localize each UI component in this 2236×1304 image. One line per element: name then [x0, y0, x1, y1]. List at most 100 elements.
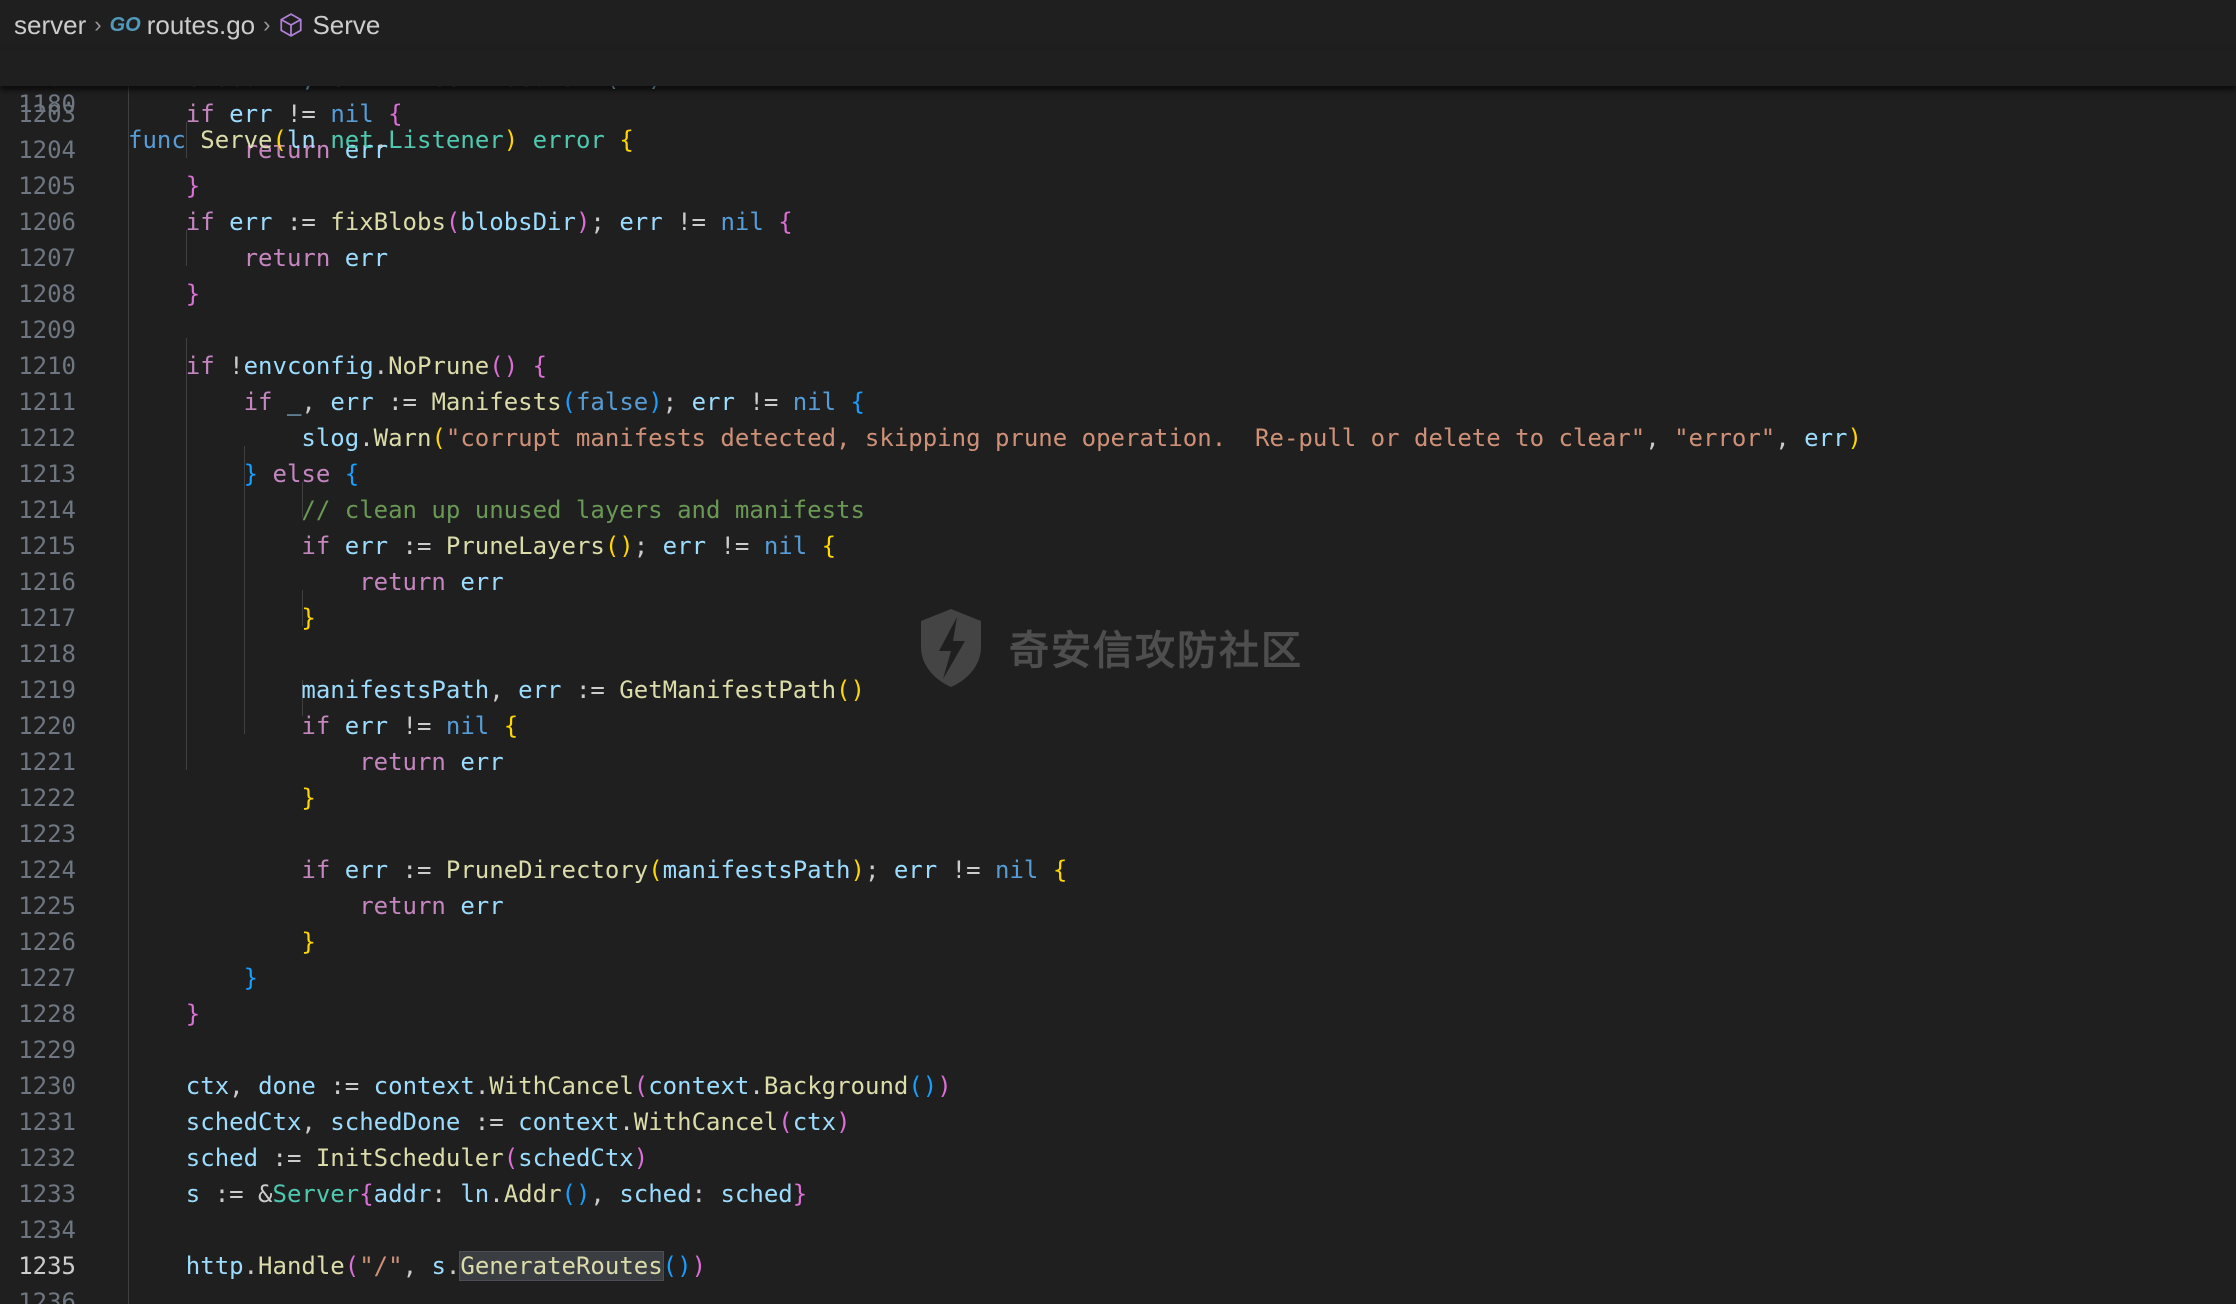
- code-token[interactable]: err: [894, 856, 952, 884]
- code-token[interactable]: fixBlobs: [330, 208, 446, 236]
- code-text[interactable]: // clean up unused layers and manifests: [128, 492, 865, 528]
- code-token[interactable]: (: [562, 388, 576, 416]
- code-token[interactable]: GenerateRoutes: [459, 1251, 664, 1281]
- line-number[interactable]: 1223: [0, 816, 76, 852]
- line-number[interactable]: 1231: [0, 1104, 76, 1140]
- code-token[interactable]: Serve: [200, 126, 272, 154]
- code-token[interactable]: {: [533, 352, 547, 380]
- code-token[interactable]: false: [576, 388, 648, 416]
- code-token[interactable]: !=: [952, 856, 995, 884]
- code-line[interactable]: 1228 }: [0, 996, 2236, 1032]
- code-line[interactable]: 1202 blobsDir, err := GetBlobsPath(""): [0, 86, 2236, 96]
- code-token[interactable]: :: [431, 1180, 460, 1208]
- code-text[interactable]: s := &Server{addr: ln.Addr(), sched: sch…: [128, 1176, 807, 1212]
- code-token[interactable]: {: [778, 208, 792, 236]
- code-token[interactable]: if: [301, 712, 344, 740]
- code-token[interactable]: .: [489, 1180, 503, 1208]
- code-token[interactable]: done: [258, 1072, 330, 1100]
- code-line[interactable]: 1229: [0, 1032, 2236, 1068]
- code-text[interactable]: if err != nil {: [128, 708, 518, 744]
- code-token[interactable]: if: [186, 352, 229, 380]
- code-token[interactable]: Warn: [374, 424, 432, 452]
- line-number[interactable]: 1215: [0, 528, 76, 564]
- breadcrumb-file[interactable]: routes.go: [147, 10, 255, 41]
- code-token[interactable]: [128, 784, 301, 812]
- line-number[interactable]: 1228: [0, 996, 76, 1032]
- code-token[interactable]: [128, 352, 186, 380]
- code-line[interactable]: 1220 if err != nil {: [0, 708, 2236, 744]
- code-line[interactable]: 1225 return err: [0, 888, 2236, 924]
- code-token[interactable]: err: [692, 388, 750, 416]
- code-token[interactable]: (: [504, 1144, 518, 1172]
- code-token[interactable]: nil: [793, 388, 851, 416]
- code-token[interactable]: ): [692, 1252, 706, 1280]
- code-token[interactable]: "corrupt manifests detected, skipping pr…: [446, 424, 1645, 452]
- code-token[interactable]: return: [359, 748, 460, 776]
- code-token[interactable]: {: [1053, 856, 1067, 884]
- code-token[interactable]: .: [359, 424, 373, 452]
- code-token[interactable]: :=: [576, 676, 619, 704]
- code-token[interactable]: [128, 1072, 186, 1100]
- code-token[interactable]: ,: [301, 388, 330, 416]
- code-token[interactable]: err: [460, 568, 503, 596]
- code-token[interactable]: .: [244, 1252, 258, 1280]
- code-token[interactable]: Handle: [258, 1252, 345, 1280]
- code-text[interactable]: }: [128, 924, 315, 960]
- code-token[interactable]: :=: [403, 856, 446, 884]
- code-token[interactable]: err: [460, 748, 503, 776]
- code-token[interactable]: [128, 1252, 186, 1280]
- code-token[interactable]: if: [244, 388, 287, 416]
- line-number[interactable]: 1227: [0, 960, 76, 996]
- code-token[interactable]: .: [374, 352, 388, 380]
- code-token[interactable]: ,: [301, 1108, 330, 1136]
- code-token[interactable]: [128, 172, 186, 200]
- code-text[interactable]: return err: [128, 240, 389, 276]
- sticky-code[interactable]: func Serve(ln net.Listener) error {: [128, 122, 634, 158]
- code-line[interactable]: 1212 slog.Warn("corrupt manifests detect…: [0, 420, 2236, 456]
- code-token[interactable]: "error": [1674, 424, 1775, 452]
- line-number[interactable]: 1214: [0, 492, 76, 528]
- code-token[interactable]: err: [229, 208, 287, 236]
- code-token[interactable]: [128, 892, 359, 920]
- code-token[interactable]: [128, 604, 301, 632]
- code-token[interactable]: }: [186, 1000, 200, 1028]
- code-line[interactable]: 1213 } else {: [0, 456, 2236, 492]
- code-token[interactable]: schedCtx: [518, 1144, 634, 1172]
- line-number[interactable]: 1220: [0, 708, 76, 744]
- code-line[interactable]: 1207 return err: [0, 240, 2236, 276]
- code-token[interactable]: blobsDir, err := GetBlobsPath(""): [128, 86, 663, 92]
- code-token[interactable]: [128, 532, 301, 560]
- code-token[interactable]: {: [619, 126, 633, 154]
- code-token[interactable]: NoPrune: [388, 352, 489, 380]
- code-line[interactable]: 1215 if err := PruneLayers(); err != nil…: [0, 528, 2236, 564]
- code-token[interactable]: :: [692, 1180, 721, 1208]
- code-token[interactable]: .: [374, 126, 388, 154]
- code-token[interactable]: [128, 676, 301, 704]
- code-line[interactable]: 1236: [0, 1284, 2236, 1304]
- code-token[interactable]: if: [301, 856, 344, 884]
- code-token[interactable]: ctx: [793, 1108, 836, 1136]
- code-line[interactable]: 1234: [0, 1212, 2236, 1248]
- code-token[interactable]: [128, 928, 301, 956]
- code-token[interactable]: err: [663, 532, 721, 560]
- code-text[interactable]: schedCtx, schedDone := context.WithCance…: [128, 1104, 851, 1140]
- code-token[interactable]: .: [475, 1072, 489, 1100]
- code-token[interactable]: :=: [388, 388, 431, 416]
- line-number[interactable]: 1217: [0, 600, 76, 636]
- code-token[interactable]: [128, 244, 244, 272]
- code-token[interactable]: [128, 568, 359, 596]
- code-token[interactable]: ;: [865, 856, 894, 884]
- code-text[interactable]: return err: [128, 744, 504, 780]
- code-token[interactable]: sched: [186, 1144, 273, 1172]
- code-text[interactable]: sched := InitScheduler(schedCtx): [128, 1140, 648, 1176]
- code-token[interactable]: :=: [403, 532, 446, 560]
- code-token[interactable]: [128, 208, 186, 236]
- code-token[interactable]: Server: [273, 1180, 360, 1208]
- code-token[interactable]: [128, 460, 244, 488]
- code-token[interactable]: :=: [330, 1072, 373, 1100]
- code-token[interactable]: (): [836, 676, 865, 704]
- code-token[interactable]: // clean up unused layers and manifests: [301, 496, 865, 524]
- code-token[interactable]: err: [460, 892, 503, 920]
- code-token[interactable]: ): [648, 388, 662, 416]
- code-token[interactable]: :=: [273, 1144, 316, 1172]
